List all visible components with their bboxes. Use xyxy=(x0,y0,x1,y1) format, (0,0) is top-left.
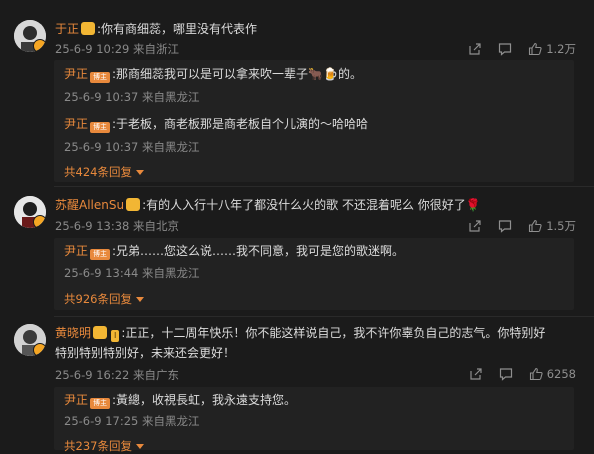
host-badge: 博主 xyxy=(90,122,111,133)
comment-text-line: 特别特别特别好，未来还会更好！ xyxy=(55,344,235,362)
comment-text-line: 于正 :你有商细蕊，哪里没有代表作 xyxy=(55,20,257,38)
reply-meta: 25-6-9 13:44 来自黑龙江 xyxy=(64,266,200,280)
comment-meta: 25-6-9 10:29 来自浙江 xyxy=(55,42,180,56)
reply-box: 尹正 博主:黃總，收視長虹，我永遠支持您。 25-6-9 17:25 来自黑龙江 … xyxy=(54,387,574,453)
avatar[interactable] xyxy=(14,20,46,52)
comment-button[interactable] xyxy=(499,367,513,381)
like-button[interactable]: 6258 xyxy=(529,367,576,381)
like-count: 6258 xyxy=(546,367,576,381)
username[interactable]: 于正 xyxy=(55,22,79,36)
reply-text-line: 尹正 博主:那商细蕊我可以是可以拿来吹一辈子🐂🍺的。 xyxy=(64,65,362,83)
host-badge: 博主 xyxy=(90,249,111,260)
reply-text-tail: 的。 xyxy=(337,67,362,81)
comment-emoji: 🌹 xyxy=(465,198,481,212)
more-replies-link[interactable]: 共237条回复 xyxy=(64,438,144,454)
host-badge: 博主 xyxy=(90,398,111,409)
chevron-down-icon xyxy=(135,170,144,175)
reply-username[interactable]: 尹正 xyxy=(64,67,88,81)
comment-actions: 6258 xyxy=(469,367,576,381)
comment-meta: 25-6-9 13:38 来自北京 xyxy=(55,219,180,233)
vip-crown-icon xyxy=(81,22,96,35)
like-button[interactable]: 1.2万 xyxy=(528,41,576,57)
username[interactable]: 黄晓明 xyxy=(55,326,91,340)
comment-item: 于正:你有商细蕊，哪里没有代表作 25-6-9 10:29 来自浙江 1.2万 … xyxy=(0,0,594,182)
divider xyxy=(54,316,594,317)
verified-badge-icon xyxy=(33,39,46,52)
reply-meta: 25-6-9 10:37 来自黑龙江 xyxy=(64,140,200,154)
comment-text: :正正，十二周年快乐！你不能这样说自己，我不许你辜负自己的志气。你特别好 xyxy=(121,326,546,340)
comment-button[interactable] xyxy=(498,42,512,56)
share-icon xyxy=(469,43,481,55)
comment-meta: 25-6-9 16:22 来自广东 xyxy=(55,368,180,382)
comment-text-line: 苏醒AllenSu :有的人入行十八年了都没什么火的歌 不还混着呢么 你很好了🌹 xyxy=(55,196,481,214)
reply-text-line: 尹正 博主:兄弟……您这么说……我不同意，我可是您的歌迷啊。 xyxy=(64,242,404,260)
reply-username[interactable]: 尹正 xyxy=(64,393,88,407)
reply-box: 尹正 博主:兄弟……您这么说……我不同意，我可是您的歌迷啊。 25-6-9 13:… xyxy=(54,238,574,310)
more-replies-link[interactable]: 共926条回复 xyxy=(64,291,144,307)
reply-emoji: 🐂🍺 xyxy=(308,67,338,81)
chevron-down-icon xyxy=(135,444,144,449)
verified-badge-icon xyxy=(33,215,46,228)
share-button[interactable] xyxy=(469,367,483,381)
comment-item: 黄晓明 Ⅰ:正正，十二周年快乐！你不能这样说自己，我不许你辜负自己的志气。你特别好… xyxy=(0,320,594,453)
share-button[interactable] xyxy=(468,42,482,56)
reply-username[interactable]: 尹正 xyxy=(64,244,88,258)
comment-item: 苏醒AllenSu:有的人入行十八年了都没什么火的歌 不还混着呢么 你很好了🌹 … xyxy=(0,190,594,315)
like-count: 1.2万 xyxy=(546,42,576,56)
chevron-down-icon xyxy=(135,297,144,302)
comment-icon xyxy=(499,368,512,381)
comment-text: :有的人入行十八年了都没什么火的歌 不还混着呢么 你很好了 xyxy=(142,198,466,212)
more-replies-label: 共424条回复 xyxy=(64,165,132,179)
reply-meta: 25-6-9 10:37 来自黑龙江 xyxy=(64,90,200,104)
like-icon xyxy=(529,219,542,233)
comment-icon xyxy=(499,220,512,233)
comment-text-line: 黄晓明 Ⅰ:正正，十二周年快乐！你不能这样说自己，我不许你辜负自己的志气。你特别好 xyxy=(55,324,545,342)
comment-text-continued: 特别特别特别好，未来还会更好！ xyxy=(55,346,236,360)
vip-level-badge-icon: Ⅰ xyxy=(111,330,120,342)
reply-text-line: 尹正 博主:黃總，收視長虹，我永遠支持您。 xyxy=(64,391,296,409)
comment-icon xyxy=(499,43,512,56)
share-button[interactable] xyxy=(468,219,482,233)
comment-button[interactable] xyxy=(498,219,512,233)
vip-crown-icon xyxy=(126,198,141,211)
more-replies-link[interactable]: 共424条回复 xyxy=(64,164,144,180)
avatar[interactable] xyxy=(14,196,46,228)
avatar[interactable] xyxy=(14,324,46,356)
reply-text: :兄弟……您这么说……我不同意，我可是您的歌迷啊。 xyxy=(112,244,405,258)
vip-crown-icon xyxy=(93,326,108,339)
comment-actions: 1.5万 xyxy=(468,218,576,234)
like-button[interactable]: 1.5万 xyxy=(528,218,576,234)
reply-text: :黃總，收視長虹，我永遠支持您。 xyxy=(112,393,297,407)
like-icon xyxy=(529,367,543,381)
reply-text: :那商细蕊我可以是可以拿来吹一辈子 xyxy=(112,67,309,81)
comment-actions: 1.2万 xyxy=(468,41,576,57)
verified-badge-icon xyxy=(33,343,46,356)
reply-box: 尹正 博主:那商细蕊我可以是可以拿来吹一辈子🐂🍺的。 25-6-9 10:37 来… xyxy=(54,60,574,182)
reply-username[interactable]: 尹正 xyxy=(64,117,88,131)
reply-text-line: 尹正 博主:于老板，商老板那是商老板自个儿演的～哈哈哈 xyxy=(64,115,368,133)
host-badge: 博主 xyxy=(90,72,111,83)
reply-text: :于老板，商老板那是商老板自个儿演的～哈哈哈 xyxy=(112,117,369,131)
more-replies-label: 共926条回复 xyxy=(64,292,132,306)
like-icon xyxy=(529,42,542,56)
share-icon xyxy=(469,220,481,232)
divider xyxy=(54,186,594,187)
like-count: 1.5万 xyxy=(546,219,576,233)
reply-meta: 25-6-9 17:25 来自黑龙江 xyxy=(64,414,200,428)
comment-text: :你有商细蕊，哪里没有代表作 xyxy=(97,22,258,36)
more-replies-label: 共237条回复 xyxy=(64,439,132,453)
share-icon xyxy=(470,368,482,380)
username[interactable]: 苏醒AllenSu xyxy=(55,198,124,212)
